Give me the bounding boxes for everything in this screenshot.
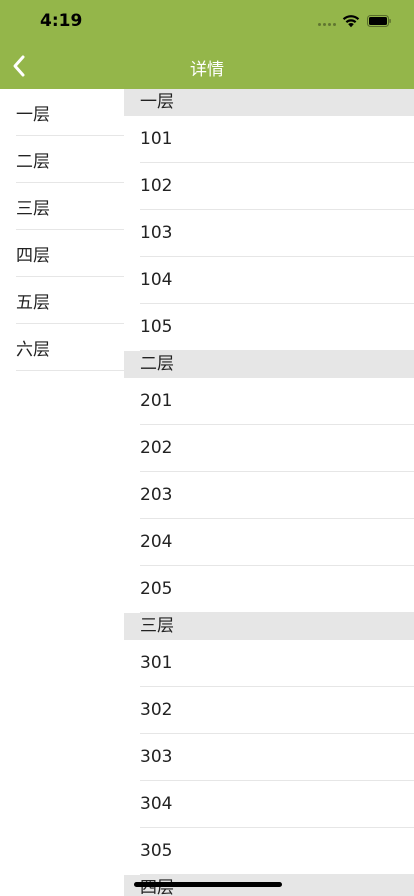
room-row[interactable]: 301 [124, 640, 414, 687]
floor-item[interactable]: 三层 [0, 183, 124, 230]
floor-item-label: 四层 [16, 246, 50, 266]
floor-item-label: 三层 [16, 199, 50, 219]
section-header: 二层 [124, 351, 414, 378]
room-row[interactable]: 202 [124, 425, 414, 472]
room-row[interactable]: 304 [124, 781, 414, 828]
room-row[interactable]: 302 [124, 687, 414, 734]
floor-item[interactable]: 六层 [0, 324, 124, 371]
floor-item-label: 一层 [16, 105, 50, 125]
room-row[interactable]: 204 [124, 519, 414, 566]
screen: 4:19 详情 一层 二层 三层 四层 五层 六层 一层 101 102 103… [0, 0, 414, 896]
room-row[interactable]: 103 [124, 210, 414, 257]
room-row[interactable]: 201 [124, 378, 414, 425]
floor-list: 一层 二层 三层 四层 五层 六层 [0, 89, 124, 371]
room-row[interactable]: 104 [124, 257, 414, 304]
floor-item[interactable]: 一层 [0, 89, 124, 136]
room-row[interactable]: 203 [124, 472, 414, 519]
floor-item-label: 六层 [16, 340, 50, 360]
section-header: 三层 [124, 613, 414, 640]
wifi-icon [342, 15, 360, 28]
room-row[interactable]: 105 [124, 304, 414, 351]
cellular-signal-icon [318, 23, 336, 26]
floor-item-label: 二层 [16, 152, 50, 172]
page-title: 详情 [190, 60, 224, 80]
room-row[interactable]: 305 [124, 828, 414, 875]
floor-item-label: 五层 [16, 293, 50, 313]
floor-item[interactable]: 四层 [0, 230, 124, 277]
battery-icon [367, 15, 391, 27]
room-row[interactable]: 101 [124, 116, 414, 163]
room-row[interactable]: 102 [124, 163, 414, 210]
room-row[interactable]: 303 [124, 734, 414, 781]
floor-item[interactable]: 二层 [0, 136, 124, 183]
room-list[interactable]: 一层 101 102 103 104 105 二层 201 202 203 20… [124, 89, 414, 896]
room-row[interactable]: 205 [124, 566, 414, 613]
status-time: 4:19 [40, 11, 83, 31]
navigation-header: 4:19 详情 [0, 0, 414, 89]
chevron-left-icon[interactable] [8, 52, 32, 80]
section-header: 一层 [124, 89, 414, 116]
home-indicator[interactable] [134, 882, 282, 887]
floor-item[interactable]: 五层 [0, 277, 124, 324]
